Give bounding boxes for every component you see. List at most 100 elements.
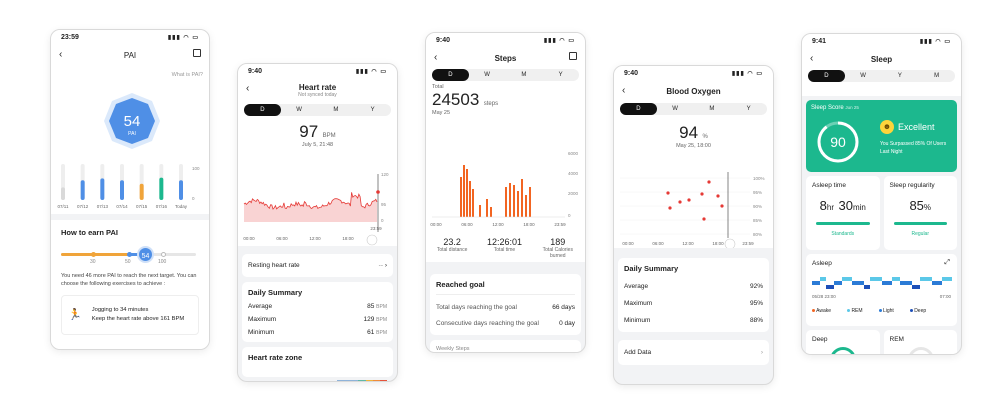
tab-year[interactable]: Y [730,103,767,115]
x-tick: 12:00 [682,241,694,246]
oxygen-point [668,206,672,210]
heart-phone: 9:40 ▮▮▮ ◠ ▭ ‹ Heart rate Not synced today … [237,63,398,382]
reg-bar [893,222,947,225]
add-data-label: Add Data [624,349,652,356]
oxygen-point [702,217,706,221]
score-label: Sleep Score [811,105,844,111]
tab-day[interactable]: D [244,104,281,116]
pai-badge: 54 PAI [104,93,160,149]
add-data-card[interactable]: Add Data › [618,340,769,365]
sleep-top: ‹ Sleep D W Y M [802,48,961,96]
clock: 23:59 [61,33,79,41]
steps-value: 24503 [432,90,480,109]
pai-hint: You need 46 more PAI to reach the next t… [61,273,197,287]
asleep-time-card[interactable]: Asleep time 8hr 30min Standards [806,176,880,250]
regularity-card[interactable]: Sleep regularity 85% Regular [883,176,957,250]
tab-week[interactable]: W [281,104,318,116]
x-tick: 23:59 [370,226,382,231]
share-icon[interactable] [569,52,577,60]
page-title: Blood Oxygen [666,86,721,96]
summary-unit: BPM [376,330,387,336]
scrubber-handle [366,234,378,246]
mins-unit: min [852,203,866,212]
tab-month[interactable]: M [918,70,955,82]
page-title: Heart rate [298,82,337,92]
tab-week[interactable]: W [469,69,506,81]
pai-day-label: 07/13 [97,204,109,209]
mins-value: 30 [838,198,853,213]
status-bar: 9:40 ▮▮▮ ◠ ▭ [614,66,773,80]
reg-unit: % [923,203,932,212]
sleep-segment [834,281,842,285]
oxygen-unit: % [702,134,708,140]
stat-label: Total distance [436,247,468,253]
back-arrow-icon[interactable]: ‹ [434,52,437,63]
oxygen-point [720,204,724,208]
y-tick: 4000 [568,171,579,176]
back-arrow-icon[interactable]: ‹ [622,85,625,96]
rem-card[interactable]: REM [883,330,957,354]
step-bar [460,177,462,217]
summary-value: 92% [749,283,763,290]
tab-year[interactable]: Y [354,104,391,116]
score-ring: 90 [817,121,859,163]
summary-unit: BPM [376,317,387,323]
oxygen-point [678,200,682,204]
asleep-chart-card: Asleep ⤢ 05/28 23:00 07:00 Awake REM Lig… [806,254,957,326]
tab-day[interactable]: D [808,70,845,82]
deep-card[interactable]: Deep [806,330,880,354]
summary-row: Maximum 95% [624,300,763,307]
chart-end: 07:00 [939,294,951,299]
pai-score-unit: PAI [128,131,136,137]
period-tabs: D W M Y [244,104,391,116]
zone-card[interactable]: Heart rate zone [242,347,393,381]
tab-day[interactable]: D [432,69,469,81]
step-bar [521,179,523,217]
exercise-card[interactable]: 🏃 Jogging to 34 minutes Keep the heart r… [61,294,199,335]
sleep-phone: 9:41 ▮▮▮ ◠ ▭ ‹ Sleep D W Y M Sleep Score J… [801,33,962,355]
tab-month[interactable]: M [694,103,731,115]
chevron-right-icon: › [760,349,763,356]
what-is-pai-link[interactable]: What is PAI? [172,72,203,78]
sleep-segment [932,281,942,285]
tab-month[interactable]: M [506,69,543,81]
sleep-segment [892,277,900,281]
sleep-segment [882,281,892,285]
tab-year[interactable]: Y [542,69,579,81]
deep-title: Deep [812,336,828,343]
summary-value: 129 [363,316,375,323]
sleep-score-card: Sleep Score Jun 25 90 ☻ Excellent You Su… [806,100,957,172]
period-tabs: D W M Y [620,103,767,115]
goal-label: Consecutive days reaching the goal [436,320,539,327]
exercise-detail: Keep the heart rate above 161 BPM [91,315,185,322]
tab-week[interactable]: W [657,103,694,115]
sleep-segment [900,281,912,285]
pai-bar [120,180,124,200]
header: ‹ Steps [426,47,585,69]
tab-week[interactable]: W [845,70,882,82]
sleep-segment [870,277,882,281]
clock: 9:41 [812,37,827,45]
legend-rem: REM [851,308,863,314]
y-tick: 95 [381,202,387,207]
tab-day[interactable]: D [620,103,657,115]
summary-row: Maximum 129 BPM [248,316,387,323]
pai-day-label: 07/15 [136,204,148,209]
y-tick: 85% [753,218,762,223]
back-arrow-icon[interactable]: ‹ [810,53,813,64]
back-arrow-icon[interactable]: ‹ [59,49,62,60]
resting-card[interactable]: Resting heart rate -- › [242,254,393,277]
sleep-segment [864,285,870,289]
page-title: Steps [494,53,517,63]
tab-month[interactable]: M [318,104,355,116]
summary-label: Average [624,283,649,290]
tab-year[interactable]: Y [882,70,919,82]
back-arrow-icon[interactable]: ‹ [246,83,249,94]
weekly-card[interactable]: Weekly Steps [430,340,581,352]
x-tick: 00:00 [243,236,255,241]
status-icons: ▮▮▮ ◠ ▭ [355,68,387,75]
header: ‹ PAI [51,44,209,66]
pai-slider[interactable]: 54 30 50 100 [61,245,199,269]
expand-icon[interactable]: ⤢ [944,259,950,267]
share-icon[interactable] [193,49,201,57]
